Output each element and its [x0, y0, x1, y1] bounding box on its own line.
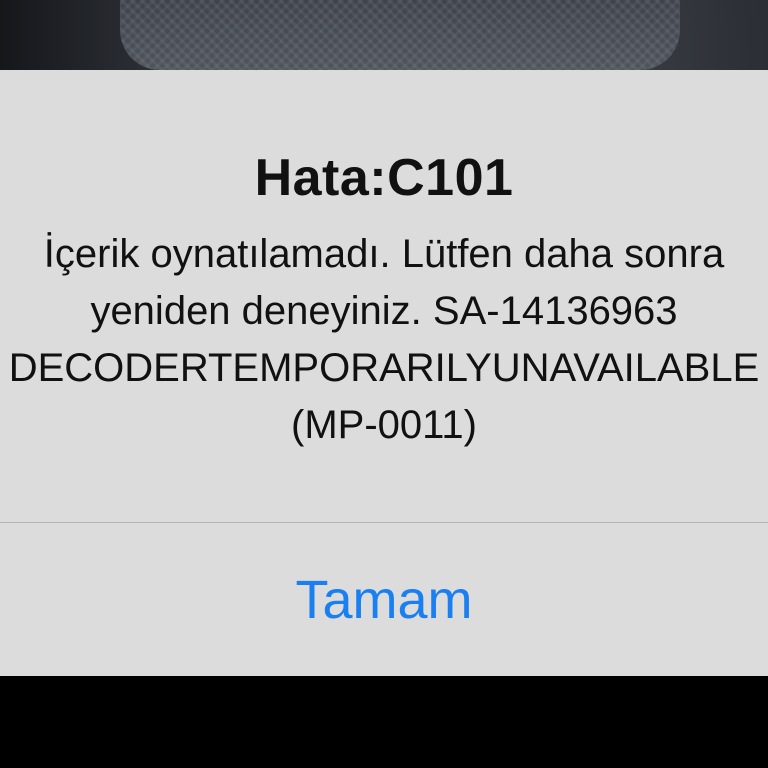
ok-button[interactable]: Tamam — [0, 523, 768, 676]
alert-content: Hata:C101 İçerik oynatılamadı. Lütfen da… — [0, 70, 768, 522]
bottom-black-bar — [0, 676, 768, 768]
alert-message-line-2: yeniden deneyiniz. SA-14136963 — [90, 289, 678, 333]
alert-message-line-1: İçerik oynatılamadı. Lütfen daha sonra — [43, 232, 725, 276]
alert-title: Hata:C101 — [254, 149, 514, 207]
alert-message-line-3: DECODERTEMPORARILYUNAVAILABLE — [8, 346, 760, 390]
alert-message-line-4: (MP-0011) — [291, 403, 477, 447]
error-alert-dialog: Hata:C101 İçerik oynatılamadı. Lütfen da… — [0, 70, 768, 676]
backdrop-shadow — [0, 0, 140, 70]
screen: Hata:C101 İçerik oynatılamadı. Lütfen da… — [0, 0, 768, 768]
backdrop-fabric-image — [120, 0, 680, 70]
alert-message: İçerik oynatılamadı. Lütfen daha sonra y… — [0, 226, 768, 454]
